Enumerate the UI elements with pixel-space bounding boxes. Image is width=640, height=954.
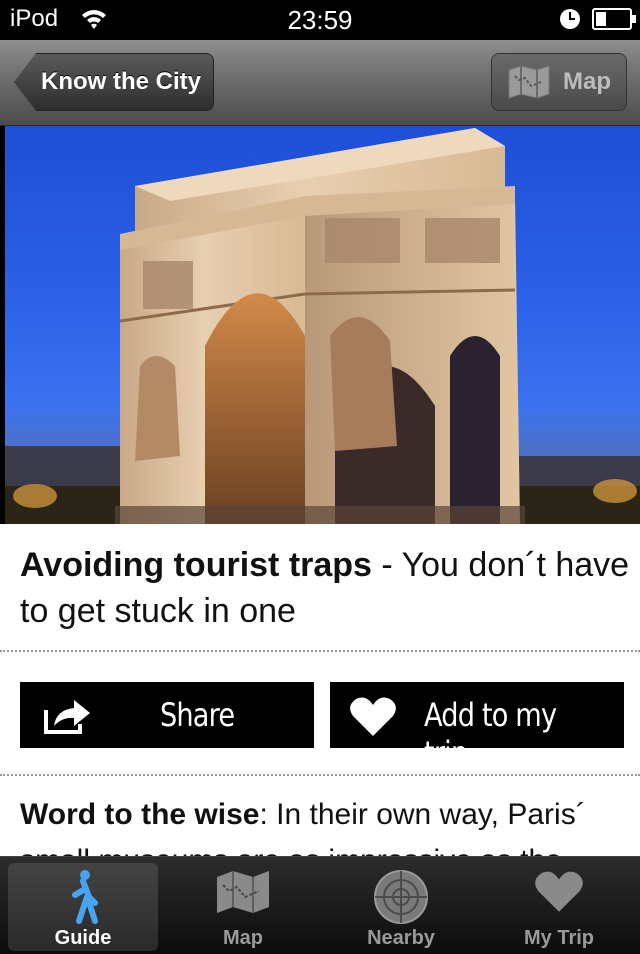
back-button-label: Know the City (41, 68, 201, 95)
share-button-label: Share (160, 696, 235, 734)
heart-icon (350, 697, 396, 736)
tab-nearby[interactable]: Nearby (326, 863, 476, 951)
tab-nearby-label: Nearby (367, 927, 435, 949)
share-button[interactable]: Share (20, 682, 314, 748)
status-bar: iPod 23:59 (0, 0, 640, 40)
tab-my-trip-label: My Trip (523, 927, 594, 949)
map-button-label: Map (563, 68, 611, 95)
hero-image-arc-de-triomphe (5, 126, 640, 524)
tab-map[interactable]: Map (168, 863, 318, 951)
back-button[interactable]: Know the City (14, 53, 214, 111)
heart-icon (535, 871, 583, 912)
tab-guide[interactable]: Guide (8, 863, 158, 951)
share-icon (44, 700, 90, 734)
tab-my-trip[interactable]: My Trip (484, 863, 634, 951)
battery-icon (592, 8, 636, 30)
radar-icon (374, 870, 428, 924)
divider (0, 650, 640, 652)
navigation-bar: Know the City Map (0, 40, 640, 126)
add-to-trip-button[interactable]: Add to my trip (330, 682, 624, 772)
article-content: Avoiding tourist traps - You don´t have … (0, 524, 640, 858)
map-icon (508, 65, 550, 99)
tab-map-label: Map (223, 927, 263, 949)
article-body-bold: Word to the wise (20, 798, 260, 831)
article-title-bold: Avoiding tourist traps (20, 546, 372, 584)
map-icon (217, 871, 269, 913)
clock-time: 23:59 (287, 5, 353, 35)
tab-bar: Guide Map Nearby My Trip (0, 856, 640, 954)
walking-person-icon (72, 870, 98, 924)
map-button[interactable]: Map (491, 53, 627, 111)
alarm-clock-icon (560, 9, 580, 29)
divider (0, 774, 640, 776)
article-body: Word to the wise: In their own way, Pari… (20, 792, 640, 858)
tab-guide-label: Guide (54, 927, 112, 949)
article-title: Avoiding tourist traps - You don´t have … (20, 542, 630, 634)
add-to-trip-label: Add to my trip (424, 696, 557, 772)
